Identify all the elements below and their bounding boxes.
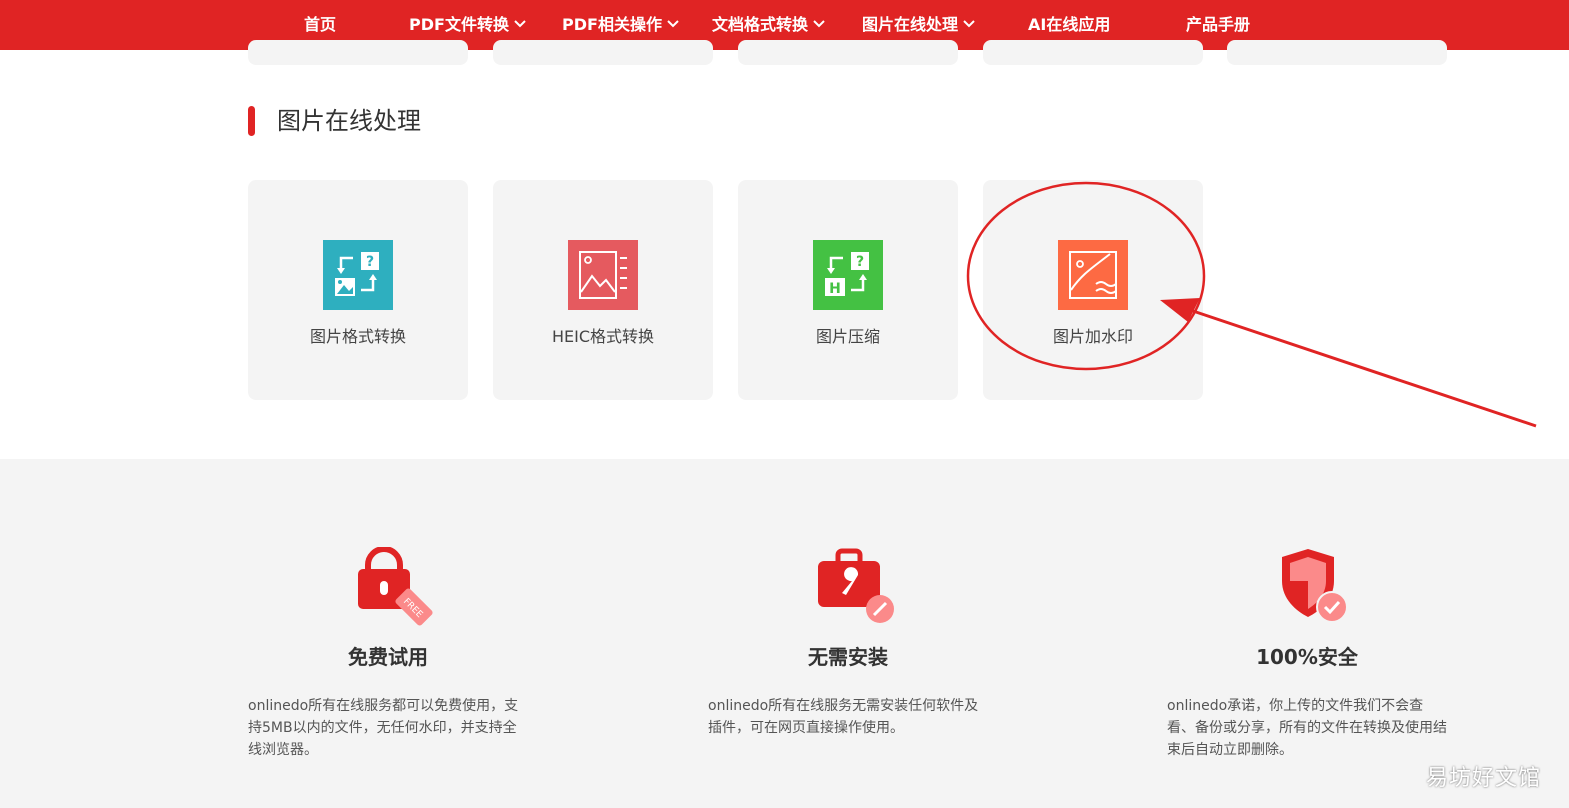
feature-description: onlinedo承诺，你上传的文件我们不会查看、备份或分享，所有的文件在转换及使… [1167, 698, 1447, 758]
chevron-down-icon [514, 20, 526, 28]
feature-title: 无需安装 [808, 645, 888, 669]
previous-section-card[interactable] [1227, 40, 1447, 65]
nav-item-label: 产品手册 [1186, 15, 1251, 34]
tool-card-label: HEIC格式转换 [551, 327, 655, 346]
heic-convert-icon [568, 240, 638, 310]
toolbox-icon [818, 548, 894, 623]
watermark-text: 易坊好文馆 [1425, 766, 1541, 791]
tool-card-label: 图片压缩 [815, 327, 880, 346]
svg-text:?: ? [856, 254, 864, 270]
nav-item-label: 首页 [304, 15, 337, 34]
previous-section-card[interactable] [983, 40, 1203, 65]
image-compress-icon: ? H [813, 240, 883, 310]
nav-item-label: 图片在线处理 [862, 15, 959, 34]
tool-card-heic-convert[interactable]: HEIC格式转换 [493, 180, 713, 400]
chevron-down-icon [813, 20, 825, 28]
nav-item-label: PDF相关操作 [562, 15, 662, 34]
feature-title: 100%安全 [1256, 645, 1358, 669]
nav-item-label: AI在线应用 [1028, 15, 1111, 34]
svg-text:?: ? [366, 254, 374, 270]
feature-description: onlinedo所有在线服务都可以免费使用，支持5MB以内的文件，无任何水印，并… [248, 698, 519, 758]
image-watermark-icon [1058, 240, 1128, 310]
tool-card-image-compress[interactable]: ? H 图片压缩 [738, 180, 958, 400]
tool-card-label: 图片加水印 [1052, 327, 1133, 346]
chevron-down-icon [963, 20, 975, 28]
section-accent-bar [248, 106, 255, 136]
annotation-arrow-line [1189, 308, 1537, 428]
nav-item-label: 文档格式转换 [712, 15, 809, 34]
previous-section-card[interactable] [248, 40, 468, 65]
tool-card-label: 图片格式转换 [309, 327, 406, 346]
svg-text:H: H [829, 281, 841, 297]
image-format-convert-icon: ? [323, 240, 393, 310]
nav-item-label: PDF文件转换 [409, 15, 509, 34]
tool-card-image-format-convert[interactable]: ? 图片格式转换 [248, 180, 468, 400]
security-shield-icon [1282, 549, 1348, 623]
tool-card-image-watermark[interactable]: 图片加水印 [983, 180, 1203, 400]
features-section: FREE 免费试用 onlinedo所有在线服务都可以免费使用，支持5MB以内的… [0, 459, 1569, 808]
free-lock-icon: FREE [358, 547, 433, 626]
feature-title: 免费试用 [348, 645, 428, 669]
feature-description: onlinedo所有在线服务无需安装任何软件及插件，可在网页直接操作使用。 [708, 698, 979, 736]
previous-section-card[interactable] [493, 40, 713, 65]
chevron-down-icon [667, 20, 679, 28]
previous-section-card[interactable] [738, 40, 958, 65]
section-title: 图片在线处理 [277, 107, 421, 135]
